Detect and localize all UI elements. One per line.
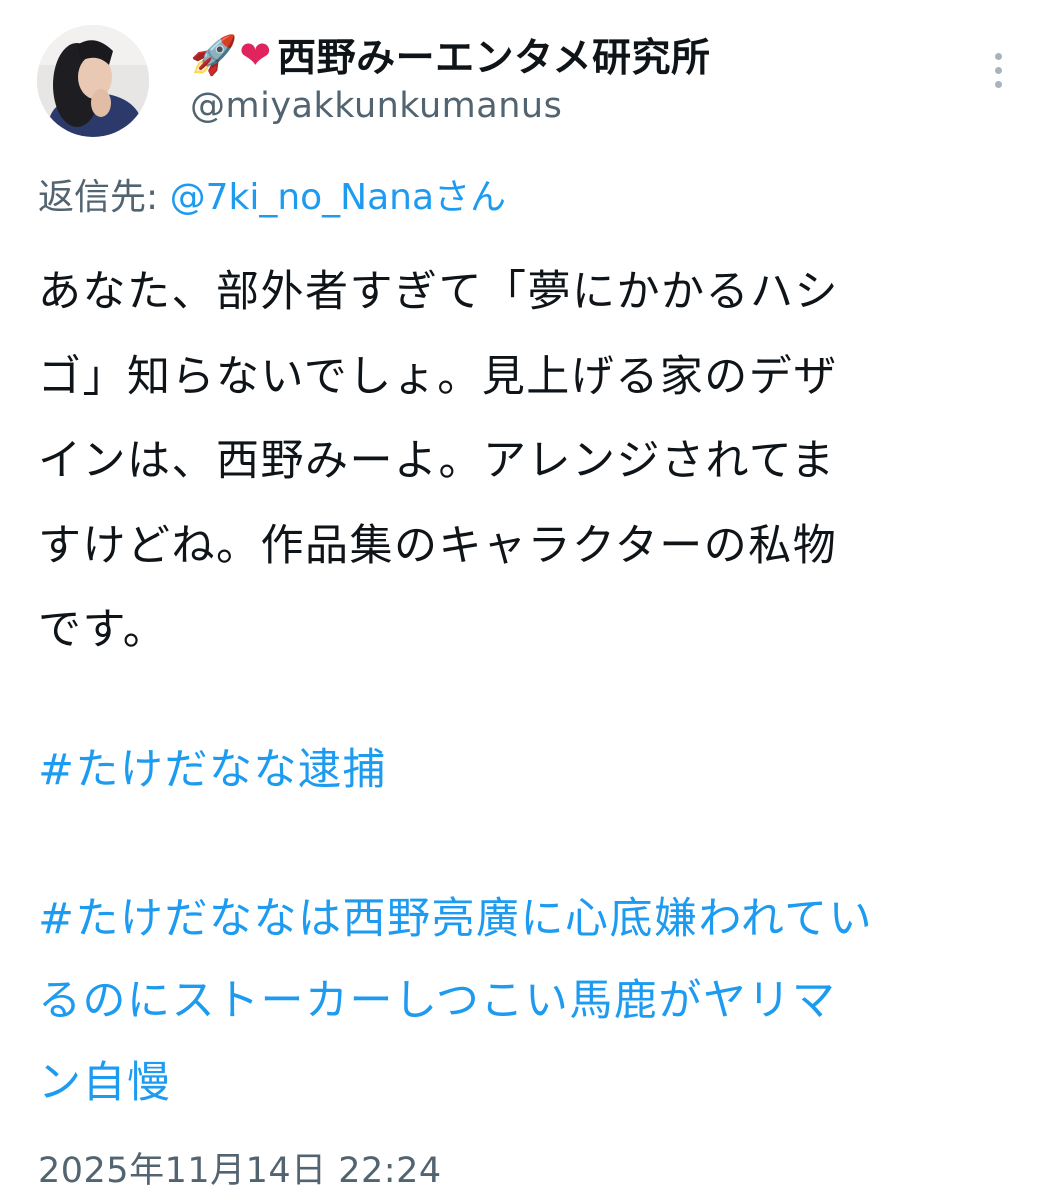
tweet-text-line: すけどね。作品集のキャラクターの私物 xyxy=(38,520,838,571)
hashtag-text-line: ン自慢 xyxy=(38,1058,172,1108)
more-vertical-icon-dot xyxy=(994,66,1002,74)
tweet-text-line: あなた、部外者すぎて「夢にかかるハシ xyxy=(38,267,839,317)
tweet-text: あなた、部外者すぎて「夢にかかるハシ ゴ」知らないでしょ。見上げる家のデザ イン… xyxy=(38,250,1023,673)
tweet-text-line: です。 xyxy=(38,605,168,655)
reply-to-mention-link[interactable]: @7ki_no_Nanaさん xyxy=(170,177,506,218)
reply-to-label: 返信先: xyxy=(38,177,170,218)
tweet: 🚀 ❤ 西野みーエンタメ研究所 @miyakkunkumanus 返信先: @7… xyxy=(0,0,1057,1200)
hashtag-text-line: #たけだななは西野亮廣に心底嫌われてい xyxy=(38,894,874,944)
tweet-text-line: ゴ」知らないでしょ。見上げる家のデザ xyxy=(38,351,838,402)
more-vertical-icon xyxy=(994,52,1002,60)
author-handle[interactable]: @miyakkunkumanus xyxy=(190,86,562,126)
hashtag-link-stalker[interactable]: #たけだななは西野亮廣に心底嫌われてい るのにストーカーしつこい馬鹿がヤリマ ン… xyxy=(38,878,873,1124)
avatar-image xyxy=(37,25,149,137)
tweet-timestamp[interactable]: 2025年11月14日 22:24 xyxy=(38,1142,442,1193)
heart-icon: ❤ xyxy=(239,33,272,77)
more-vertical-icon-dot xyxy=(994,80,1002,88)
reply-to: 返信先: @7ki_no_Nanaさん xyxy=(38,168,506,220)
hashtag-link-arrest[interactable]: #たけだなな逮捕 xyxy=(38,728,387,813)
hashtag-text: #たけだなな逮捕 xyxy=(38,745,388,795)
author-name-row[interactable]: 🚀 ❤ 西野みーエンタメ研究所 xyxy=(190,28,711,82)
more-options-button[interactable] xyxy=(980,44,1016,96)
hashtag-text-line: るのにストーカーしつこい馬鹿がヤリマ xyxy=(38,976,837,1026)
author-display-name[interactable]: 西野みーエンタメ研究所 xyxy=(277,27,710,83)
avatar[interactable] xyxy=(37,25,149,137)
rocket-icon: 🚀 xyxy=(190,33,238,77)
tweet-text-line: インは、西野みーよ。アレンジされてま xyxy=(38,436,836,486)
